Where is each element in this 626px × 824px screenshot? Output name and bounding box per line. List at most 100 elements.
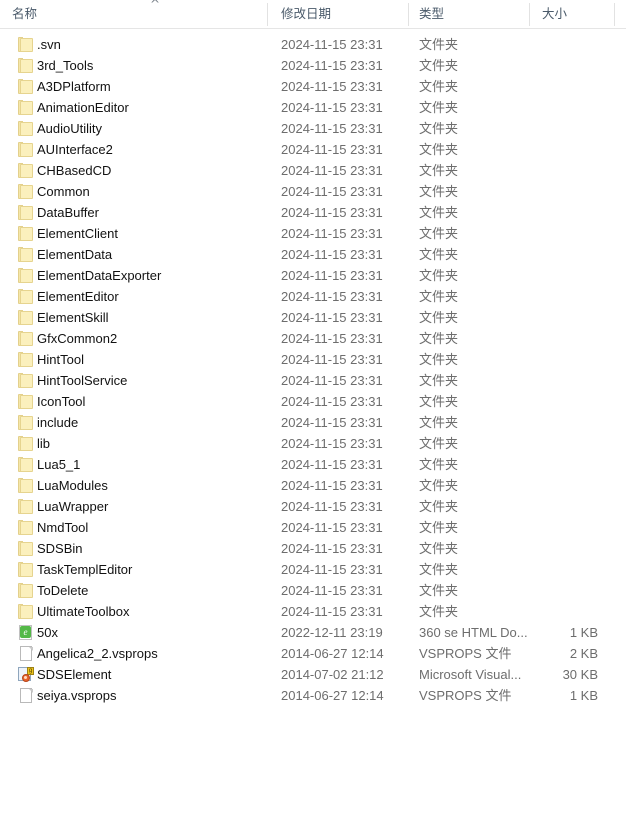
table-row[interactable]: ElementEditor 2024-11-15 23:31 文件夹 bbox=[0, 286, 626, 307]
file-size-cell: 1 KB bbox=[569, 625, 598, 640]
file-type-cell: 文件夹 bbox=[419, 79, 459, 94]
date-modified-cell: 2014-07-02 21:12 bbox=[281, 667, 384, 682]
column-header-type[interactable]: 类型 bbox=[419, 0, 523, 28]
table-row[interactable]: AnimationEditor 2024-11-15 23:31 文件夹 bbox=[0, 97, 626, 118]
column-divider-date-type[interactable] bbox=[408, 3, 409, 26]
table-row[interactable]: Lua5_1 2024-11-15 23:31 文件夹 bbox=[0, 454, 626, 475]
file-type-cell: 文件夹 bbox=[419, 541, 459, 556]
date-modified-cell: 2024-11-15 23:31 bbox=[281, 289, 383, 304]
file-type-cell: VSPROPS 文件 bbox=[419, 646, 512, 661]
table-row[interactable]: 3rd_Tools 2024-11-15 23:31 文件夹 bbox=[0, 55, 626, 76]
file-size-cell bbox=[528, 496, 598, 517]
file-name-cell: ElementDataExporter bbox=[37, 268, 162, 283]
file-name-cell: Common bbox=[37, 184, 90, 199]
column-header-name[interactable]: 名称 ^ bbox=[12, 0, 262, 28]
file-name-cell: DataBuffer bbox=[37, 205, 99, 220]
file-size-cell bbox=[528, 97, 598, 118]
table-row[interactable]: UltimateToolbox 2024-11-15 23:31 文件夹 bbox=[0, 601, 626, 622]
file-name-cell: LuaWrapper bbox=[37, 499, 109, 514]
file-type-cell: 文件夹 bbox=[419, 415, 459, 430]
date-modified-cell: 2024-11-15 23:31 bbox=[281, 604, 383, 619]
table-row[interactable]: DataBuffer 2024-11-15 23:31 文件夹 bbox=[0, 202, 626, 223]
file-name-cell: A3DPlatform bbox=[37, 79, 111, 94]
date-modified-cell: 2024-11-15 23:31 bbox=[281, 226, 383, 241]
table-row[interactable]: g SDSElement 2014-07-02 21:12 Microsoft Vis… bbox=[0, 664, 626, 685]
table-row[interactable]: GfxCommon2 2024-11-15 23:31 文件夹 bbox=[0, 328, 626, 349]
file-name-cell: AnimationEditor bbox=[37, 100, 129, 115]
table-row[interactable]: ElementDataExporter 2024-11-15 23:31 文件夹 bbox=[0, 265, 626, 286]
file-name-cell: ElementData bbox=[37, 247, 113, 262]
file-size-cell bbox=[528, 517, 598, 538]
column-divider-name-date[interactable] bbox=[267, 3, 268, 26]
folder-icon bbox=[18, 541, 34, 556]
table-row[interactable]: AUInterface2 2024-11-15 23:31 文件夹 bbox=[0, 139, 626, 160]
file-type-cell: 文件夹 bbox=[419, 226, 459, 241]
file-name-cell: AUInterface2 bbox=[37, 142, 113, 157]
folder-icon bbox=[18, 604, 34, 619]
table-row[interactable]: ElementSkill 2024-11-15 23:31 文件夹 bbox=[0, 307, 626, 328]
file-name-cell: 50x bbox=[37, 625, 58, 640]
table-row[interactable]: LuaWrapper 2024-11-15 23:31 文件夹 bbox=[0, 496, 626, 517]
file-name-cell: CHBasedCD bbox=[37, 163, 112, 178]
file-name-cell: LuaModules bbox=[37, 478, 108, 493]
column-divider-size-end[interactable] bbox=[614, 3, 615, 26]
table-row[interactable]: IconTool 2024-11-15 23:31 文件夹 bbox=[0, 391, 626, 412]
folder-icon bbox=[18, 478, 34, 493]
visual-studio-icon: g bbox=[18, 667, 34, 682]
table-row[interactable]: ElementClient 2024-11-15 23:31 文件夹 bbox=[0, 223, 626, 244]
column-header-date-modified[interactable]: 修改日期 bbox=[281, 0, 403, 28]
table-row[interactable]: ElementData 2024-11-15 23:31 文件夹 bbox=[0, 244, 626, 265]
file-type-cell: 文件夹 bbox=[419, 352, 459, 367]
folder-icon bbox=[18, 121, 34, 136]
file-name-cell: include bbox=[37, 415, 79, 430]
table-row[interactable]: lib 2024-11-15 23:31 文件夹 bbox=[0, 433, 626, 454]
file-type-cell: 文件夹 bbox=[419, 268, 459, 283]
file-type-cell: 文件夹 bbox=[419, 520, 459, 535]
file-type-cell: 文件夹 bbox=[419, 289, 459, 304]
folder-icon bbox=[18, 394, 34, 409]
date-modified-cell: 2024-11-15 23:31 bbox=[281, 583, 383, 598]
file-name-cell: 3rd_Tools bbox=[37, 58, 94, 73]
file-name-cell: ElementClient bbox=[37, 226, 118, 241]
date-modified-cell: 2024-11-15 23:31 bbox=[281, 58, 383, 73]
folder-icon bbox=[18, 331, 34, 346]
file-size-cell bbox=[528, 538, 598, 559]
folder-icon bbox=[18, 100, 34, 115]
table-row[interactable]: Common 2024-11-15 23:31 文件夹 bbox=[0, 181, 626, 202]
folder-icon bbox=[18, 79, 34, 94]
file-type-cell: 文件夹 bbox=[419, 478, 459, 493]
table-row[interactable]: AudioUtility 2024-11-15 23:31 文件夹 bbox=[0, 118, 626, 139]
folder-icon bbox=[18, 142, 34, 157]
table-row[interactable]: .svn 2024-11-15 23:31 文件夹 bbox=[0, 34, 626, 55]
file-explorer-list-view: 名称 ^ 修改日期 类型 大小 .svn 2024-11-15 23:31 文件夹 3… bbox=[0, 0, 626, 824]
file-name-cell: ElementEditor bbox=[37, 289, 119, 304]
file-size-cell bbox=[528, 160, 598, 181]
file-name-cell: ElementSkill bbox=[37, 310, 109, 325]
date-modified-cell: 2024-11-15 23:31 bbox=[281, 184, 383, 199]
file-name-cell: GfxCommon2 bbox=[37, 331, 118, 346]
file-size-cell bbox=[528, 475, 598, 496]
table-row[interactable]: SDSBin 2024-11-15 23:31 文件夹 bbox=[0, 538, 626, 559]
file-type-cell: 文件夹 bbox=[419, 436, 459, 451]
folder-icon bbox=[18, 352, 34, 367]
date-modified-cell: 2024-11-15 23:31 bbox=[281, 373, 383, 388]
table-row[interactable]: TaskTemplEditor 2024-11-15 23:31 文件夹 bbox=[0, 559, 626, 580]
table-row[interactable]: Angelica2_2.vsprops 2014-06-27 12:14 VSPRO… bbox=[0, 643, 626, 664]
table-row[interactable]: A3DPlatform 2024-11-15 23:31 文件夹 bbox=[0, 76, 626, 97]
table-row[interactable]: e 50x 2022-12-11 23:19 360 se HTML Do... 1 K… bbox=[0, 622, 626, 643]
file-size-cell bbox=[528, 454, 598, 475]
table-row[interactable]: seiya.vsprops 2014-06-27 12:14 VSPROPS 文件 1… bbox=[0, 685, 626, 706]
table-row[interactable]: include 2024-11-15 23:31 文件夹 bbox=[0, 412, 626, 433]
table-row[interactable]: LuaModules 2024-11-15 23:31 文件夹 bbox=[0, 475, 626, 496]
column-header-size[interactable]: 大小 bbox=[542, 0, 610, 28]
table-row[interactable]: HintTool 2024-11-15 23:31 文件夹 bbox=[0, 349, 626, 370]
generic-document-icon bbox=[18, 688, 34, 703]
date-modified-cell: 2024-11-15 23:31 bbox=[281, 520, 383, 535]
column-divider-type-size[interactable] bbox=[529, 3, 530, 26]
file-type-cell: 文件夹 bbox=[419, 163, 459, 178]
table-row[interactable]: ToDelete 2024-11-15 23:31 文件夹 bbox=[0, 580, 626, 601]
table-row[interactable]: CHBasedCD 2024-11-15 23:31 文件夹 bbox=[0, 160, 626, 181]
table-row[interactable]: HintToolService 2024-11-15 23:31 文件夹 bbox=[0, 370, 626, 391]
table-row[interactable]: NmdTool 2024-11-15 23:31 文件夹 bbox=[0, 517, 626, 538]
date-modified-cell: 2024-11-15 23:31 bbox=[281, 541, 383, 556]
